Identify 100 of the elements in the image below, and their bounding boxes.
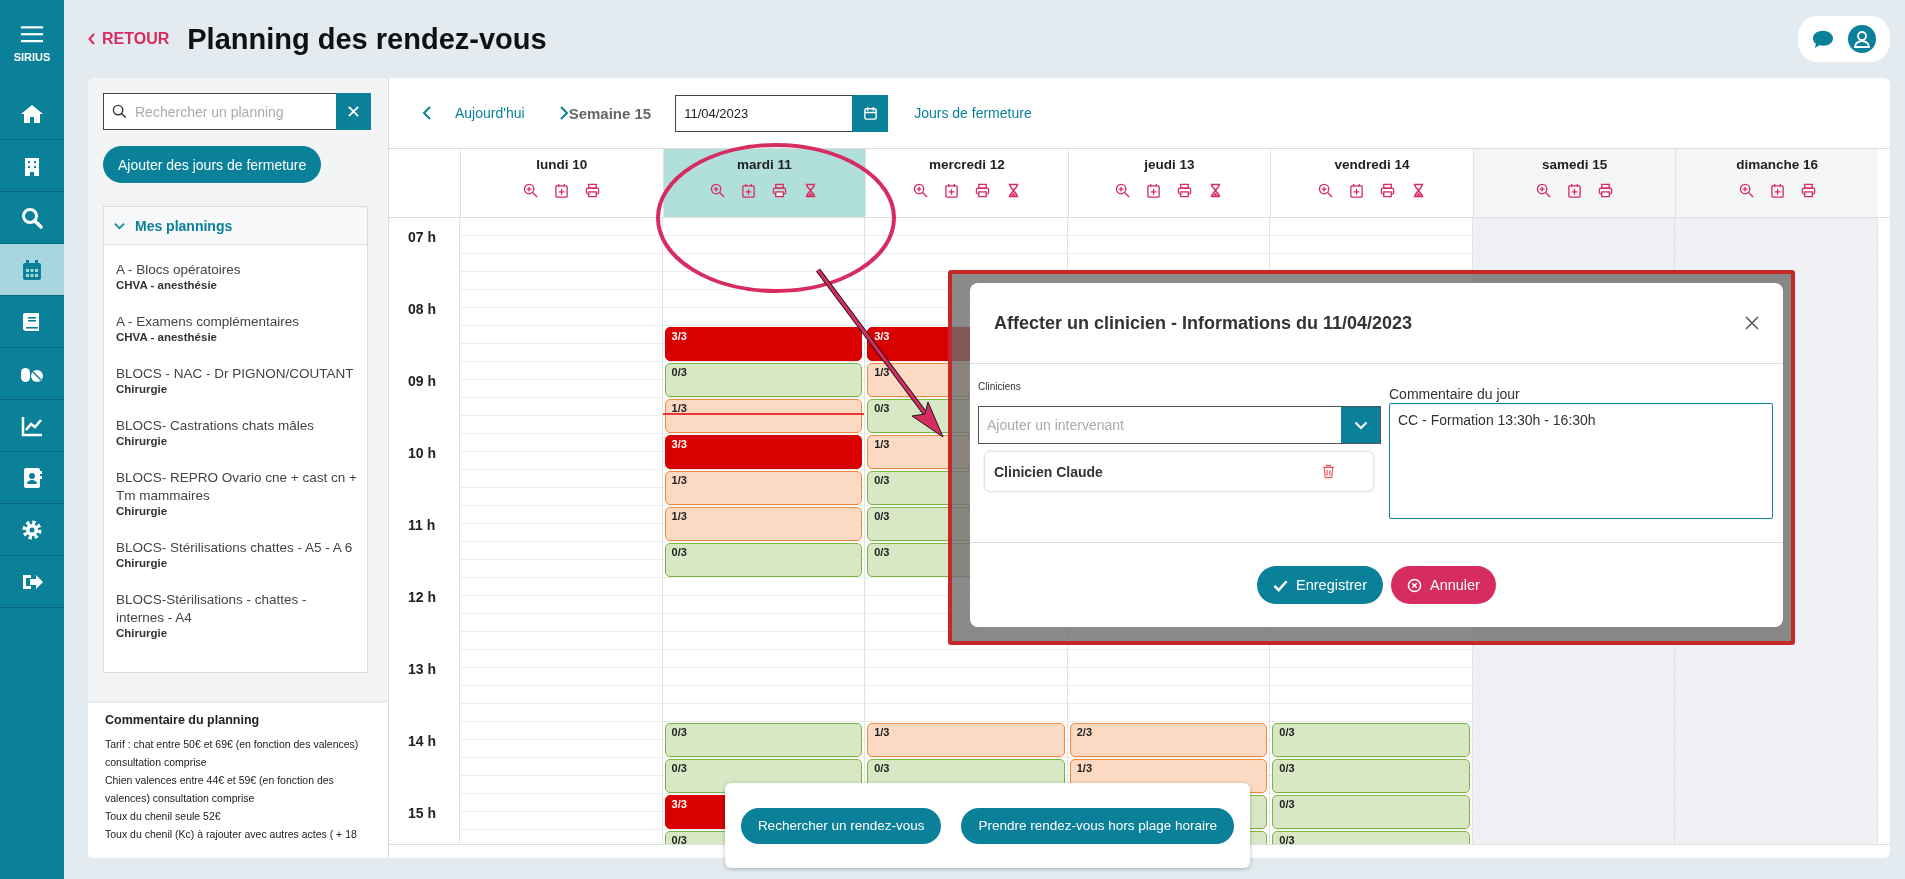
time-slot[interactable]: 1/3 [664,507,863,541]
add-closure-days-button[interactable]: Ajouter des jours de fermeture [103,146,322,183]
day-header[interactable]: dimanche 16 [1675,149,1878,217]
zoom-in-icon[interactable] [523,183,539,198]
clear-button[interactable] [336,93,371,130]
time-slot[interactable]: 1/3 [664,399,863,433]
print-icon[interactable] [585,183,601,198]
planning-item[interactable]: BLOCS- REPRO Ovario cne + cast cn + Tm mammaires Chirurgie [116,460,357,530]
modal-title: Affecter un clinicien - Informations du 11/04/2023 [994,312,1413,334]
zoom-in-icon[interactable] [710,183,726,198]
comment-textarea[interactable]: CC - Formation 13:30h - 16:30h [1389,403,1773,519]
day-header[interactable]: lundi 10 [460,149,663,217]
zoom-in-icon[interactable] [1115,183,1131,198]
planning-category: CHVA - anesthésie [116,331,218,343]
calendar-add-icon[interactable] [554,183,570,198]
hour-label: 13 h [408,661,436,677]
cancel-circle-icon [1406,577,1422,593]
planning-item[interactable]: BLOCS-Stérilisations - chattes - internes - A4 Chirurgie [116,582,357,652]
comment-text: Toux du chenil (Kc) à rajouter avec autres actes ( + 18 [105,827,358,842]
hour-label: 07 h [408,229,436,245]
save-button[interactable]: Enregistrer [1257,566,1383,604]
planning-name: A - Examens complémentaires [116,313,301,331]
day-label: samedi 15 [1542,157,1608,172]
time-slot[interactable]: 1/3 [664,471,863,505]
print-icon[interactable] [1177,183,1193,198]
zoom-in-icon[interactable] [1536,183,1552,198]
previous-week-icon[interactable] [422,105,432,121]
close-icon[interactable] [1745,316,1759,330]
hour-label: 12 h [408,589,436,605]
print-icon[interactable] [1380,183,1396,198]
comment-text: Chien valences entre 44€ et 59€ (en fonction des valences) consultation comprise [105,773,335,806]
planning-category: Chirurgie [116,383,169,395]
print-icon[interactable] [772,183,788,198]
user-icon[interactable] [1848,25,1876,53]
field-label: Commentaire du jour [1389,386,1521,402]
closure-days-link[interactable]: Jours de fermeture [914,105,1032,121]
hour-label: 15 h [408,805,436,821]
trash-icon[interactable] [1322,464,1335,479]
zoom-in-icon[interactable] [912,183,928,198]
search-box[interactable]: Rechercher un planning [103,93,336,130]
calendar-icon[interactable] [862,105,878,121]
planning-name: A - Blocs opératoires [116,261,242,279]
calendar-add-icon[interactable] [1567,183,1583,198]
day-header[interactable]: samedi 15 [1472,149,1676,217]
chat-icon[interactable] [1812,29,1834,49]
chevron-down-icon[interactable] [1353,420,1368,430]
back-link[interactable]: RETOUR [88,30,170,48]
calendar-add-icon[interactable] [741,183,757,198]
time-slot[interactable]: 3/3 [664,327,863,361]
today-link[interactable]: Aujourd'hui [455,105,525,121]
calendar-add-icon[interactable] [1769,183,1785,198]
planning-name: BLOCS- Castrations chats mâles [116,417,316,435]
print-icon[interactable] [1598,183,1614,198]
print-icon[interactable] [1800,183,1816,198]
day-header[interactable]: mercredi 12 [865,149,1068,217]
week-label: Semaine 15 [568,104,652,122]
comment-text: Tarif : chat entre 50€ et 69€ (en fonction des valences) consultation comprise [105,737,360,770]
planning-name: BLOCS- REPRO Ovario cne + cast cn + Tm mammaires [116,469,357,505]
page-title: Planning des rendez-vous [187,22,547,56]
time-slot[interactable]: 2/3 [1069,723,1268,757]
day-label: jeudi 13 [1144,157,1195,172]
time-slot[interactable]: 0/3 [664,723,863,757]
planning-item[interactable]: BLOCS - NAC - Dr PIGNON/COUTANT Chirurgie [116,356,357,408]
day-header[interactable]: mardi 11 [662,149,866,217]
day-label: lundi 10 [536,157,588,172]
print-icon[interactable] [974,183,990,198]
calendar-add-icon[interactable] [1349,183,1365,198]
time-slot[interactable]: 0/3 [1272,795,1470,829]
time-slot[interactable]: 0/3 [664,543,863,577]
day-header[interactable]: vendredi 14 [1270,149,1473,217]
zoom-in-icon[interactable] [1318,183,1334,198]
nav-item[interactable] [0,244,64,296]
chevron-left-icon [88,33,96,45]
day-label: mardi 11 [736,157,792,172]
hour-label: 08 h [408,301,436,317]
accordion-header[interactable]: Mes plannings [104,207,367,245]
calendar-add-icon[interactable] [1146,183,1162,198]
zoom-in-icon[interactable] [1738,183,1754,198]
planning-item[interactable]: A - Blocs opératoires CHVA - anesthésie [116,252,357,304]
menu-icon[interactable] [21,25,43,43]
day-label: vendredi 14 [1334,157,1410,172]
action-button[interactable]: Rechercher un rendez-vous [740,807,942,844]
cancel-button[interactable]: Annuler [1390,566,1496,604]
time-slot[interactable]: 0/3 [1272,831,1470,844]
time-slot[interactable]: 0/3 [1272,759,1470,793]
time-slot[interactable]: 0/3 [1272,723,1470,757]
calendar-add-icon[interactable] [943,183,959,198]
time-slot[interactable]: 3/3 [664,435,863,469]
time-slot[interactable]: 0/3 [664,363,863,397]
planning-item[interactable]: BLOCS- Stérilisations chattes - A5 - A 6 Chirurgie [116,530,357,582]
planning-name: BLOCS - NAC - Dr PIGNON/COUTANT [116,365,355,383]
planning-category: Chirurgie [116,627,169,639]
planning-item[interactable]: BLOCS- Castrations chats mâles Chirurgie [116,408,357,460]
time-slot[interactable]: 1/3 [867,723,1065,757]
action-button[interactable]: Prendre rendez-vous hors plage horaire [961,807,1235,844]
hour-label: 09 h [408,373,436,389]
hour-label: 14 h [408,733,436,749]
day-header[interactable]: jeudi 13 [1067,149,1271,217]
planning-item[interactable]: A - Examens complémentaires CHVA - anesthésie [116,304,357,356]
next-week-icon[interactable] [558,105,569,121]
